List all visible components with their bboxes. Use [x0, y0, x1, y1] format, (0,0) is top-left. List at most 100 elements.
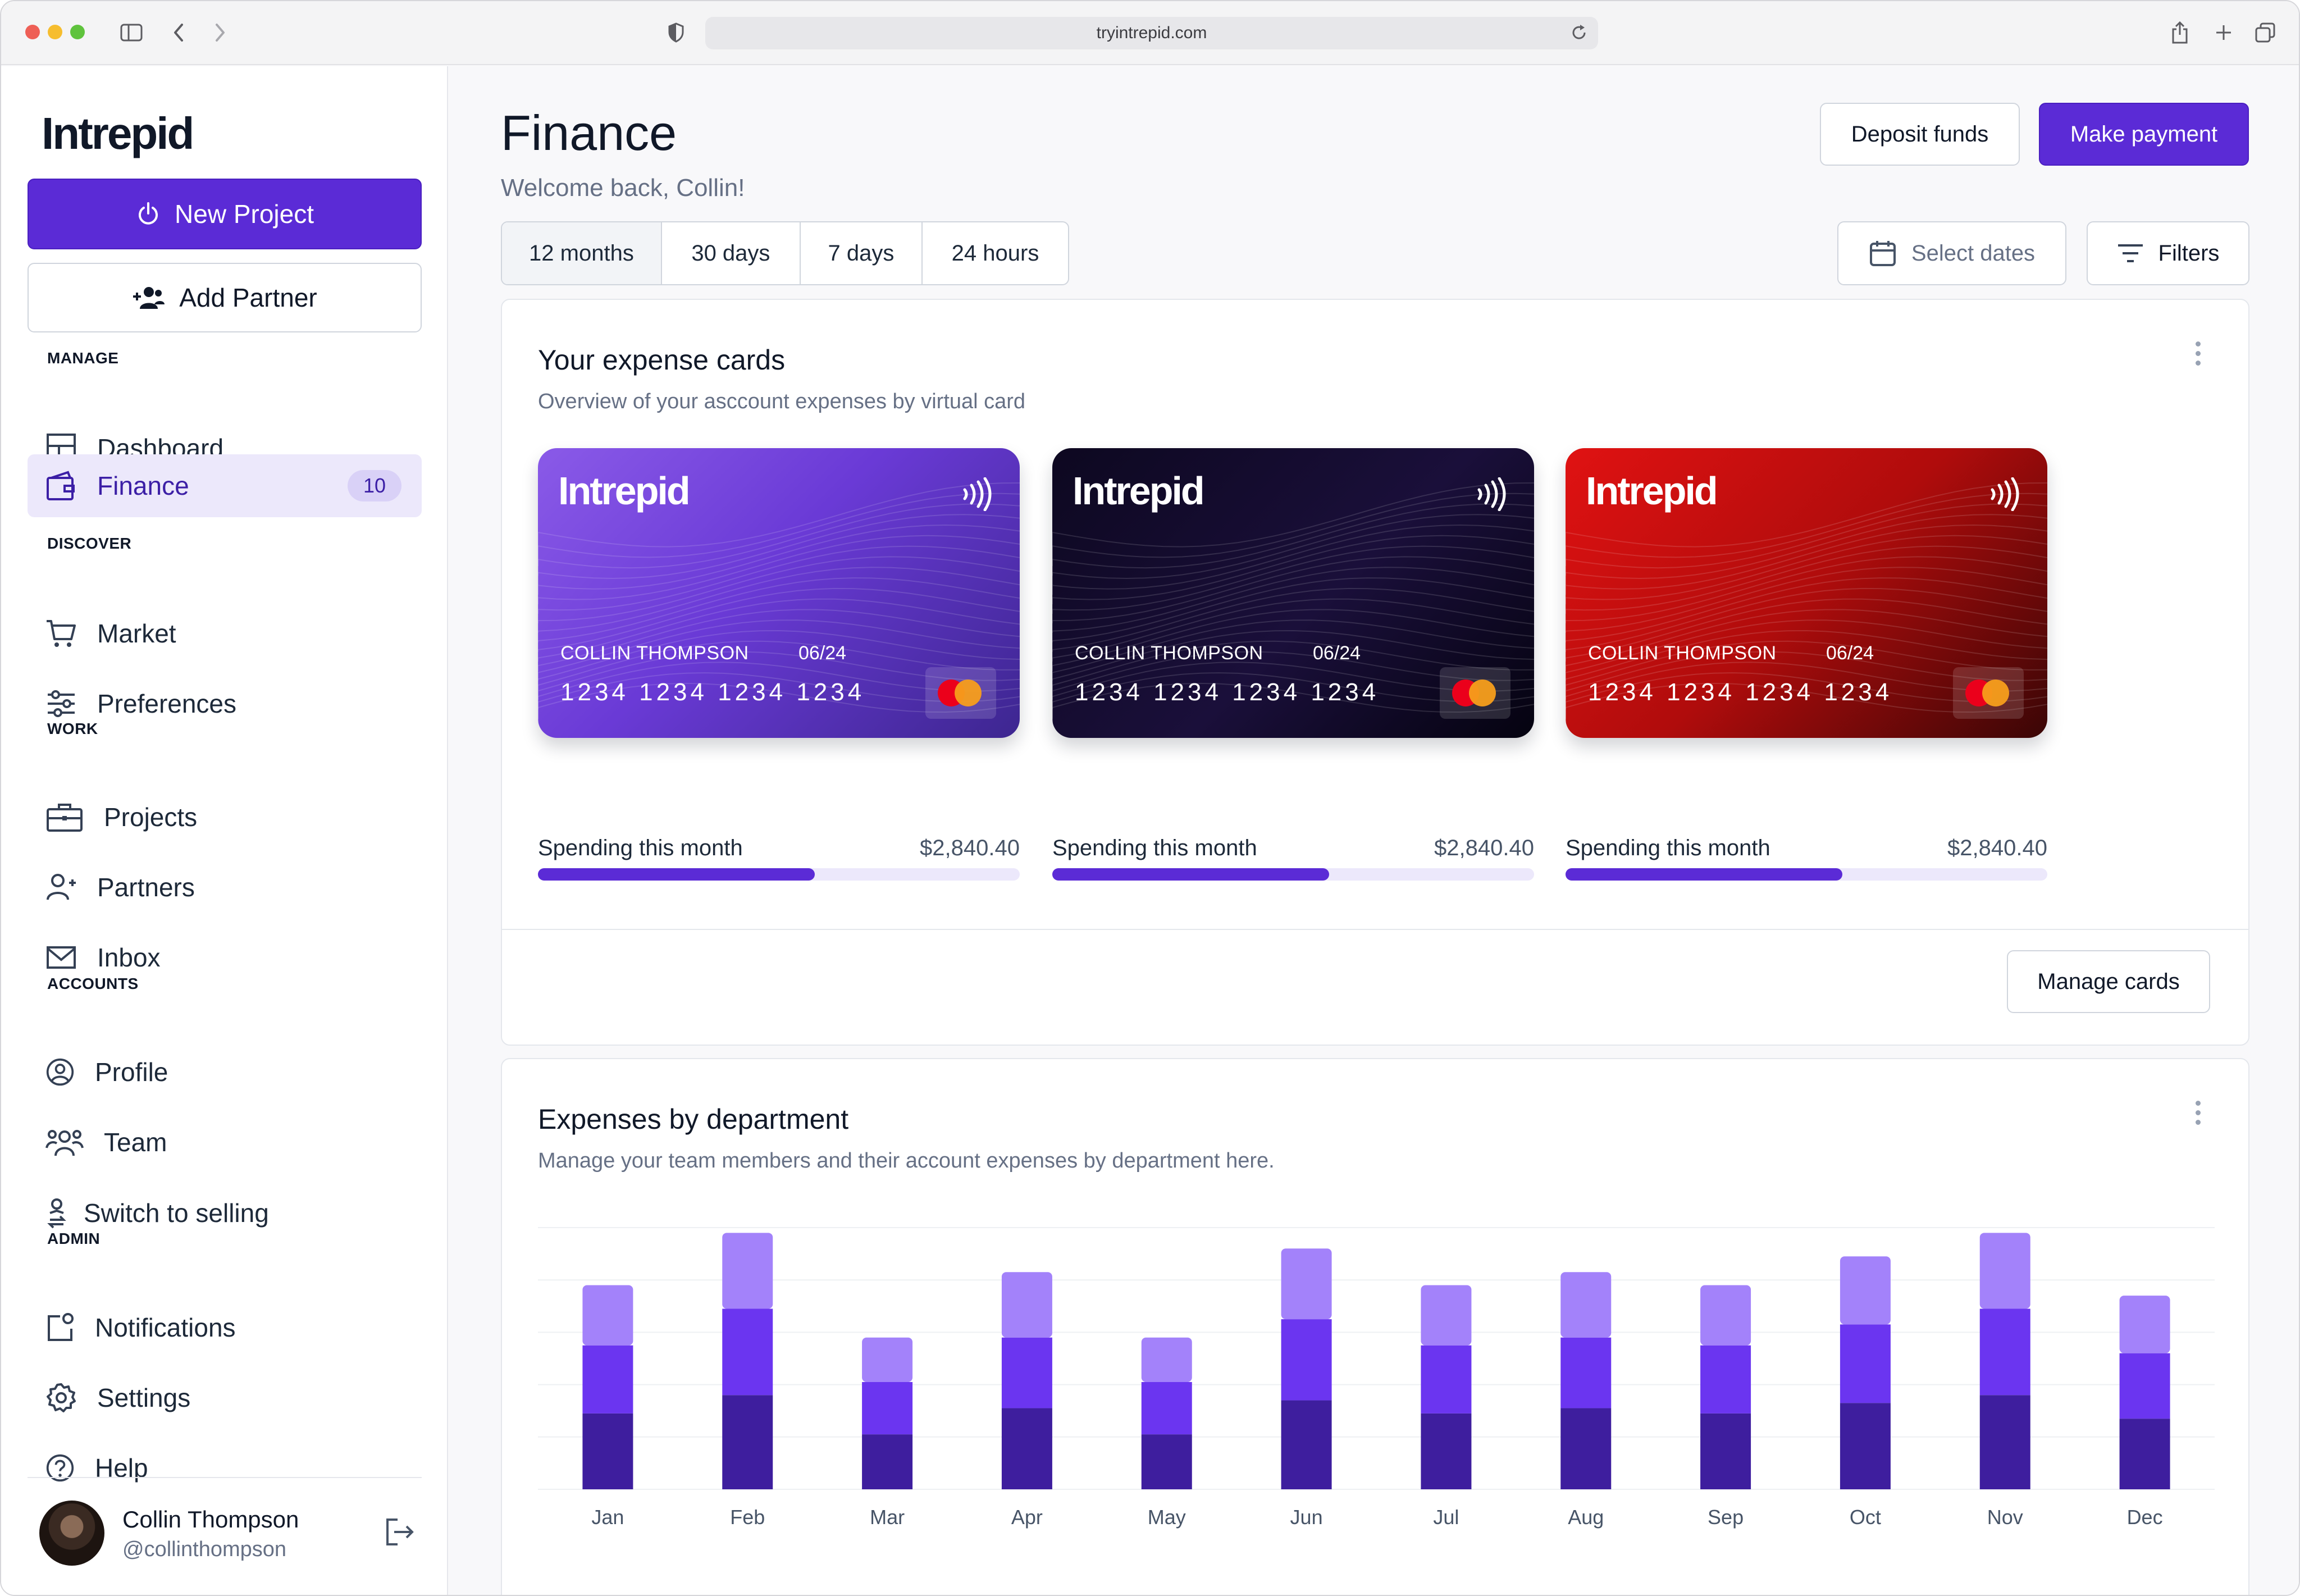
main-content: Finance Welcome back, Collin! Deposit fu…	[449, 66, 2299, 1595]
sidebar-item-label: Switch to selling	[84, 1198, 269, 1228]
sidebar-item-label: Profile	[95, 1057, 168, 1087]
section-label-discover: DISCOVER	[47, 535, 132, 552]
privacy-shield-icon[interactable]	[665, 18, 687, 47]
bar-segment-apr-2[interactable]	[1001, 1272, 1052, 1338]
spending-progress-fill	[538, 868, 815, 881]
address-bar[interactable]: tryintrepid.com	[705, 17, 1598, 49]
make-payment-button[interactable]: Make payment	[2039, 103, 2249, 166]
bar-segment-aug-0[interactable]	[1560, 1408, 1612, 1489]
minimize-window-button[interactable]	[48, 25, 62, 39]
avatar[interactable]	[39, 1501, 104, 1566]
bar-segment-may-1[interactable]	[1141, 1381, 1192, 1435]
briefcase-icon	[47, 804, 83, 832]
bar-segment-apr-0[interactable]	[1001, 1408, 1052, 1489]
bar-segment-nov-0[interactable]	[1979, 1395, 2030, 1489]
sidebar-item-notifications[interactable]: Notifications	[28, 1296, 422, 1359]
sidebar-item-projects[interactable]: Projects	[28, 786, 422, 849]
bar-segment-feb-1[interactable]	[722, 1308, 773, 1396]
bar-segment-may-2[interactable]	[1141, 1337, 1192, 1382]
bar-segment-feb-2[interactable]	[722, 1233, 773, 1309]
sidebar: Intrepid New Project Add Partner MANAGE …	[1, 66, 448, 1595]
bar-segment-sep-1[interactable]	[1700, 1345, 1751, 1413]
bar-segment-jun-0[interactable]	[1281, 1400, 1332, 1489]
add-partner-button[interactable]: Add Partner	[28, 263, 422, 332]
add-user-icon	[133, 287, 165, 309]
range-7-days[interactable]: 7 days	[801, 222, 923, 284]
bar-segment-aug-2[interactable]	[1560, 1272, 1612, 1338]
bar-segment-jan-0[interactable]	[582, 1413, 633, 1489]
bar-segment-sep-0[interactable]	[1700, 1413, 1751, 1489]
back-icon[interactable]	[168, 18, 189, 47]
bar-segment-mar-2[interactable]	[862, 1337, 913, 1382]
expense-cards-subtitle: Overview of your asccount expenses by vi…	[538, 390, 1026, 413]
contactless-icon	[1477, 477, 1506, 511]
filter-icon	[2118, 244, 2143, 262]
page-title: Finance	[501, 105, 677, 161]
bar-segment-jul-2[interactable]	[1421, 1285, 1472, 1346]
bar-segment-oct-1[interactable]	[1840, 1324, 1891, 1403]
bar-segment-oct-2[interactable]	[1840, 1256, 1891, 1325]
share-icon[interactable]	[2169, 18, 2191, 47]
expense-card[interactable]: Intrepid COLLIN THOMPSON 06/24 1234 1234…	[538, 448, 1020, 738]
sidebar-item-team[interactable]: Team	[28, 1111, 422, 1174]
range-12-months[interactable]: 12 months	[502, 222, 662, 284]
bar-segment-mar-1[interactable]	[862, 1381, 913, 1435]
user-profile[interactable]: Collin Thompson @collinthompson	[39, 1501, 416, 1568]
card-expiry: 06/24	[1313, 642, 1361, 664]
bar-segment-jul-1[interactable]	[1421, 1345, 1472, 1413]
bar-segment-may-0[interactable]	[1141, 1434, 1192, 1489]
bar-segment-apr-1[interactable]	[1001, 1337, 1052, 1408]
bar-segment-dec-0[interactable]	[2119, 1419, 2170, 1489]
bar-segment-jul-0[interactable]	[1421, 1413, 1472, 1489]
bar-segment-mar-0[interactable]	[862, 1434, 913, 1489]
manage-cards-button[interactable]: Manage cards	[2007, 950, 2210, 1013]
spending-progress-fill	[1052, 868, 1330, 881]
expense-card[interactable]: Intrepid COLLIN THOMPSON 06/24 1234 1234…	[1566, 448, 2047, 738]
select-dates-button[interactable]: Select dates	[1837, 221, 2066, 285]
expense-card[interactable]: Intrepid COLLIN THOMPSON 06/24 1234 1234…	[1052, 448, 1534, 738]
sidebar-item-profile[interactable]: Profile	[28, 1041, 422, 1103]
forward-icon[interactable]	[210, 18, 230, 47]
filters-button[interactable]: Filters	[2087, 221, 2249, 285]
close-window-button[interactable]	[25, 25, 40, 39]
sidebar-item-market[interactable]: Market	[28, 602, 422, 665]
spending-label: Spending this month	[1566, 836, 1770, 860]
notification-icon	[48, 1313, 74, 1341]
range-30-days[interactable]: 30 days	[662, 222, 801, 284]
sidebar-item-settings[interactable]: Settings	[28, 1366, 422, 1429]
bar-segment-sep-2[interactable]	[1700, 1285, 1751, 1346]
sidebar-item-finance[interactable]: Finance 10	[28, 454, 422, 517]
bar-segment-feb-0[interactable]	[722, 1395, 773, 1489]
tab-overview-icon[interactable]	[2254, 18, 2276, 47]
zoom-window-button[interactable]	[70, 25, 85, 39]
card-number: 1234 1234 1234 1234	[1075, 678, 1380, 706]
range-24-hours[interactable]: 24 hours	[923, 222, 1068, 284]
deposit-funds-button[interactable]: Deposit funds	[1820, 103, 2020, 166]
gear-icon	[47, 1383, 76, 1412]
new-tab-icon[interactable]	[2212, 18, 2235, 47]
new-project-button[interactable]: New Project	[28, 179, 422, 249]
sidebar-toggle-icon[interactable]	[118, 18, 145, 47]
bar-segment-nov-1[interactable]	[1979, 1308, 2030, 1396]
calendar-icon	[1869, 241, 1896, 266]
card-expiry: 06/24	[1826, 642, 1874, 664]
reload-icon[interactable]	[1570, 24, 1588, 46]
bar-segment-jun-2[interactable]	[1281, 1248, 1332, 1320]
bar-segment-dec-1[interactable]	[2119, 1353, 2170, 1419]
sidebar-item-partners[interactable]: Partners	[28, 856, 422, 919]
bar-segment-jan-1[interactable]	[582, 1345, 633, 1413]
card-holder-name: COLLIN THOMPSON	[560, 642, 749, 664]
bar-segment-jan-2[interactable]	[582, 1285, 633, 1346]
mastercard-icon	[925, 667, 996, 719]
expense-cards-menu-button[interactable]	[2192, 341, 2203, 366]
sidebar-item-label: Settings	[97, 1383, 191, 1412]
bar-segment-nov-2[interactable]	[1979, 1233, 2030, 1309]
bar-segment-aug-1[interactable]	[1560, 1337, 1612, 1408]
logout-icon[interactable]	[384, 1517, 416, 1549]
bar-segment-dec-2[interactable]	[2119, 1296, 2170, 1353]
bar-segment-oct-0[interactable]	[1840, 1403, 1891, 1489]
bar-segment-jun-1[interactable]	[1281, 1319, 1332, 1401]
new-project-label: New Project	[175, 199, 314, 229]
card-logo: Intrepid	[1073, 469, 1205, 513]
sidebar-item-help[interactable]: Help	[28, 1437, 422, 1499]
